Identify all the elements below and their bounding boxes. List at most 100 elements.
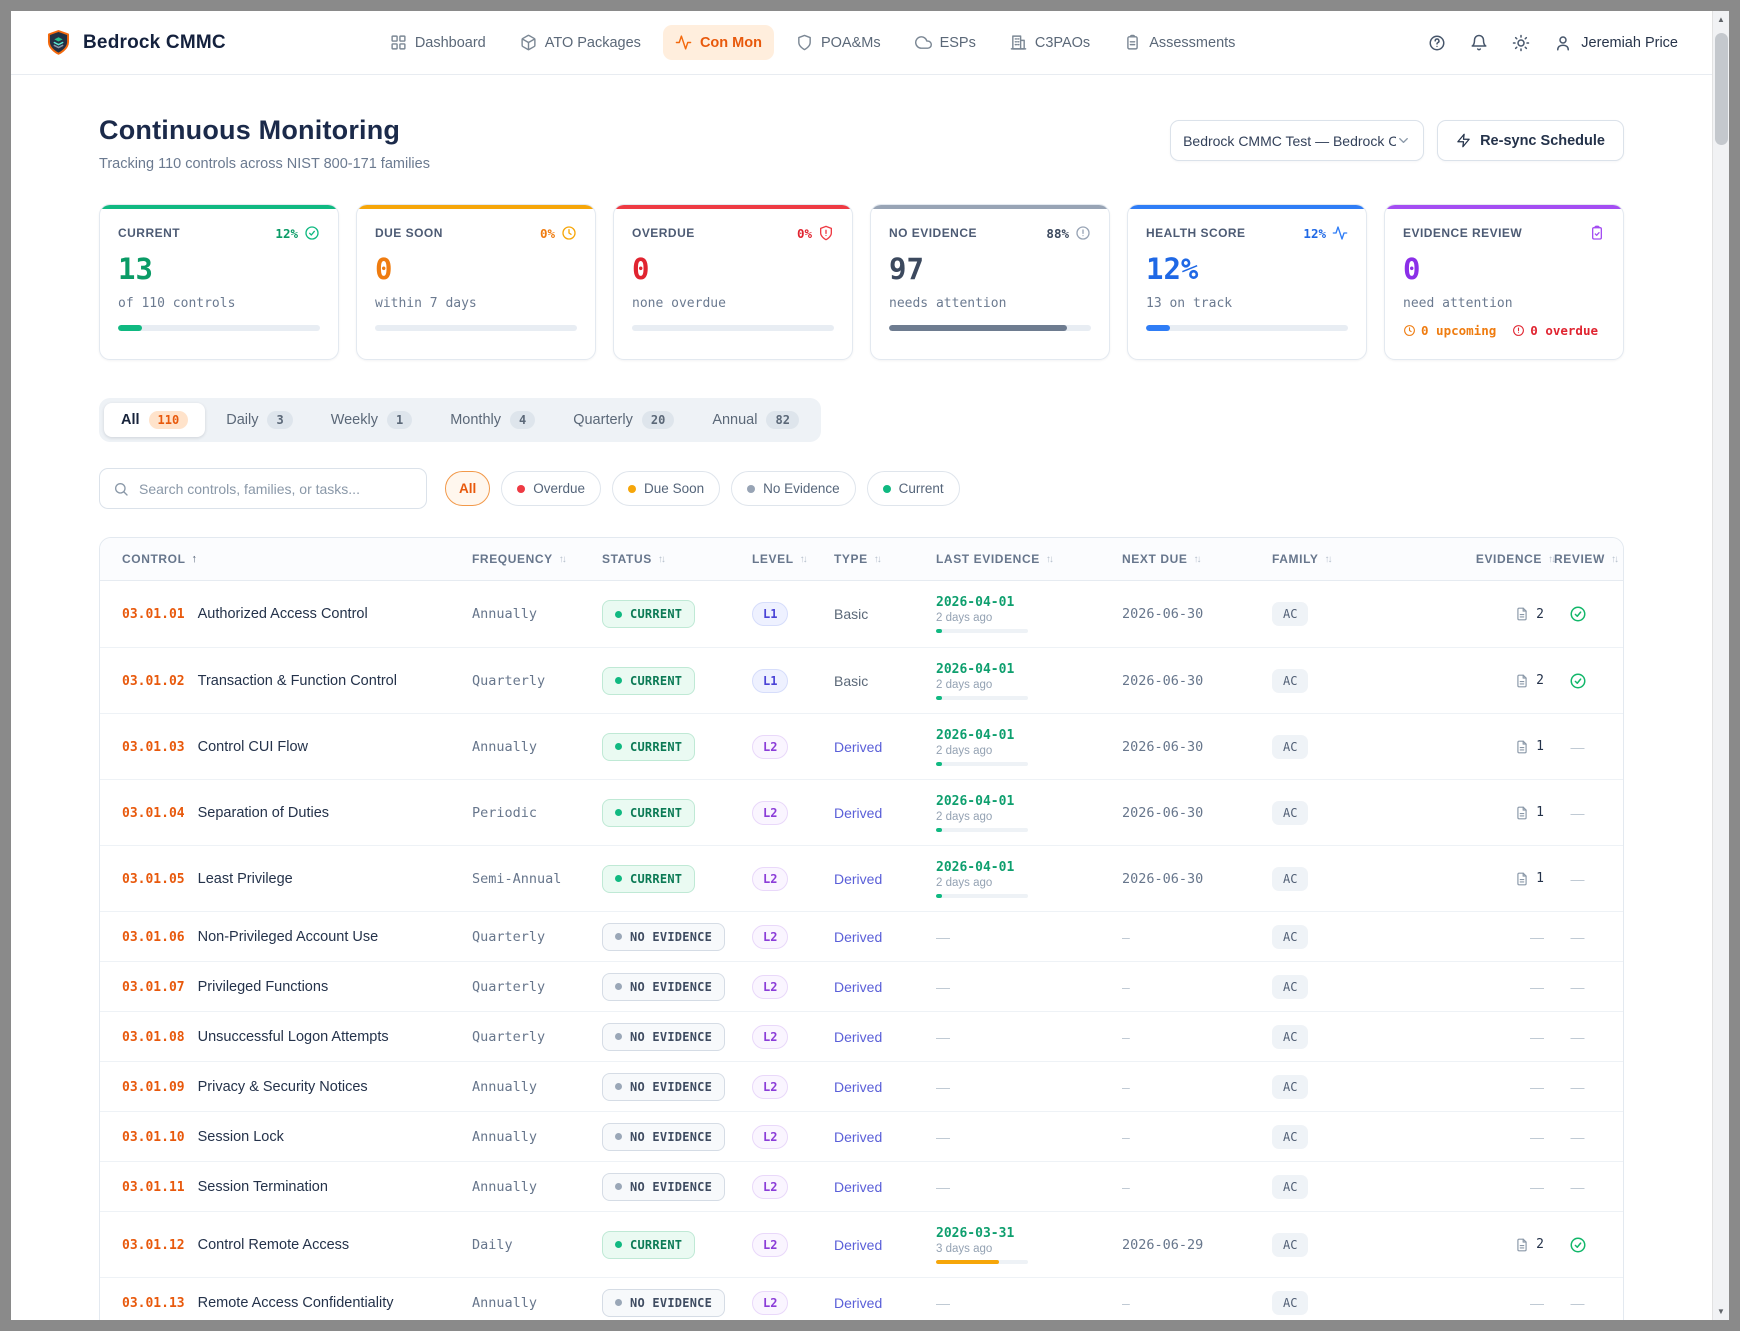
tab-annual[interactable]: Annual 82: [695, 403, 816, 437]
resync-schedule-button[interactable]: Re-sync Schedule: [1437, 120, 1624, 161]
control-cell[interactable]: 03.01.10 Session Lock: [122, 1129, 472, 1145]
table-row[interactable]: 03.01.01 Authorized Access Control Annua…: [100, 581, 1623, 647]
review-cell[interactable]: [1554, 1236, 1601, 1254]
tab-all[interactable]: All 110: [104, 403, 205, 437]
column-header-control[interactable]: CONTROL↑: [122, 552, 472, 566]
type-cell[interactable]: Derived: [834, 1179, 936, 1195]
type-cell[interactable]: Basic: [834, 673, 936, 689]
column-header-next-due[interactable]: NEXT DUE↑↓: [1122, 552, 1272, 566]
evidence-count-cell[interactable]: 2: [1458, 1237, 1554, 1252]
nav-item-poa-ms[interactable]: POA&Ms: [784, 25, 893, 60]
sun-icon[interactable]: [1512, 34, 1530, 52]
control-cell[interactable]: 03.01.08 Unsuccessful Logon Attempts: [122, 1029, 472, 1045]
table-row[interactable]: 03.01.06 Non-Privileged Account Use Quar…: [100, 911, 1623, 961]
search-input[interactable]: [139, 481, 413, 497]
type-cell[interactable]: Derived: [834, 871, 936, 887]
stat-card-due-soon[interactable]: DUE SOON 0% 0 within 7 days: [356, 204, 596, 360]
column-header-review[interactable]: REVIEW↑↓: [1554, 552, 1617, 566]
review-cell[interactable]: [1554, 605, 1601, 623]
table-row[interactable]: 03.01.02 Transaction & Function Control …: [100, 647, 1623, 713]
nav-item-con-mon[interactable]: Con Mon: [663, 25, 774, 60]
table-row[interactable]: 03.01.09 Privacy & Security Notices Annu…: [100, 1061, 1623, 1111]
package-selector[interactable]: Bedrock CMMC Test — Bedrock CN: [1170, 120, 1424, 161]
brand[interactable]: Bedrock CMMC: [45, 29, 226, 56]
filter-pill-due-soon[interactable]: Due Soon: [612, 471, 720, 506]
tab-daily[interactable]: Daily 3: [209, 403, 309, 437]
table-row[interactable]: 03.01.05 Least Privilege Semi-Annual CUR…: [100, 845, 1623, 911]
nav-item-ato-packages[interactable]: ATO Packages: [508, 25, 653, 60]
column-header-level[interactable]: LEVEL↑↓: [752, 552, 834, 566]
evidence-count-cell[interactable]: 2: [1458, 673, 1554, 688]
control-cell[interactable]: 03.01.13 Remote Access Confidentiality: [122, 1295, 472, 1311]
nav-item-dashboard[interactable]: Dashboard: [378, 25, 498, 60]
type-cell[interactable]: Derived: [834, 1237, 936, 1253]
stat-card-health-score[interactable]: HEALTH SCORE 12% 12% 13 on track: [1127, 204, 1367, 360]
type-cell[interactable]: Derived: [834, 739, 936, 755]
control-cell[interactable]: 03.01.01 Authorized Access Control: [122, 606, 472, 622]
bell-icon[interactable]: [1470, 34, 1488, 52]
review-empty: —: [1554, 1029, 1601, 1045]
type-cell[interactable]: Derived: [834, 929, 936, 945]
table-row[interactable]: 03.01.03 Control CUI Flow Annually CURRE…: [100, 713, 1623, 779]
vertical-scrollbar[interactable]: ▲ ▼: [1712, 11, 1729, 1320]
tab-monthly[interactable]: Monthly 4: [433, 403, 552, 437]
filter-pill-current[interactable]: Current: [867, 471, 960, 506]
control-cell[interactable]: 03.01.06 Non-Privileged Account Use: [122, 929, 472, 945]
column-header-frequency[interactable]: FREQUENCY↑↓: [472, 552, 602, 566]
scroll-down-arrow-icon[interactable]: ▼: [1717, 1303, 1725, 1320]
evidence-count-cell[interactable]: 1: [1458, 871, 1554, 886]
user-menu[interactable]: Jeremiah Price: [1554, 34, 1678, 52]
type-cell[interactable]: Derived: [834, 1029, 936, 1045]
nav-item-esps[interactable]: ESPs: [903, 25, 988, 60]
scroll-up-arrow-icon[interactable]: ▲: [1717, 11, 1725, 28]
nav-item-assessments[interactable]: Assessments: [1112, 25, 1247, 60]
stat-card-overdue[interactable]: OVERDUE 0% 0 none overdue: [613, 204, 853, 360]
type-cell[interactable]: Derived: [834, 1079, 936, 1095]
table-row[interactable]: 03.01.08 Unsuccessful Logon Attempts Qua…: [100, 1011, 1623, 1061]
stat-card-evidence-review[interactable]: EVIDENCE REVIEW 0 need attention 0 upcom…: [1384, 204, 1624, 360]
stat-card-current[interactable]: CURRENT 12% 13 of 110 controls: [99, 204, 339, 360]
scrollbar-thumb[interactable]: [1715, 33, 1728, 145]
search-box[interactable]: [99, 468, 427, 509]
evidence-count-cell[interactable]: 1: [1458, 805, 1554, 820]
tab-count-badge: 20: [642, 411, 674, 429]
tab-weekly[interactable]: Weekly 1: [314, 403, 430, 437]
control-cell[interactable]: 03.01.02 Transaction & Function Control: [122, 673, 472, 689]
column-header-type[interactable]: TYPE↑↓: [834, 552, 936, 566]
status-dot: [615, 677, 622, 684]
type-cell[interactable]: Derived: [834, 979, 936, 995]
control-cell[interactable]: 03.01.04 Separation of Duties: [122, 805, 472, 821]
type-cell[interactable]: Derived: [834, 1295, 936, 1311]
column-header-status[interactable]: STATUS↑↓: [602, 552, 752, 566]
filter-pill-all[interactable]: All: [445, 471, 490, 506]
type-cell[interactable]: Basic: [834, 606, 936, 622]
control-cell[interactable]: 03.01.07 Privileged Functions: [122, 979, 472, 995]
table-row[interactable]: 03.01.07 Privileged Functions Quarterly …: [100, 961, 1623, 1011]
control-cell[interactable]: 03.01.05 Least Privilege: [122, 871, 472, 887]
column-header-last-evidence[interactable]: LAST EVIDENCE↑↓: [936, 552, 1122, 566]
evidence-count-cell[interactable]: 1: [1458, 739, 1554, 754]
tab-quarterly[interactable]: Quarterly 20: [556, 403, 691, 437]
table-row[interactable]: 03.01.10 Session Lock Annually NO EVIDEN…: [100, 1111, 1623, 1161]
help-icon[interactable]: [1428, 34, 1446, 52]
table-row[interactable]: 03.01.12 Control Remote Access Daily CUR…: [100, 1211, 1623, 1277]
stat-card-no-evidence[interactable]: NO EVIDENCE 88% 97 needs attention: [870, 204, 1110, 360]
table-row[interactable]: 03.01.04 Separation of Duties Periodic C…: [100, 779, 1623, 845]
control-cell[interactable]: 03.01.03 Control CUI Flow: [122, 739, 472, 755]
table-row[interactable]: 03.01.11 Session Termination Annually NO…: [100, 1161, 1623, 1211]
control-cell[interactable]: 03.01.12 Control Remote Access: [122, 1237, 472, 1253]
control-cell[interactable]: 03.01.11 Session Termination: [122, 1179, 472, 1195]
column-header-family[interactable]: FAMILY↑↓: [1272, 552, 1458, 566]
evidence-count-cell[interactable]: 2: [1458, 607, 1554, 622]
nav-item-c3paos[interactable]: C3PAOs: [998, 25, 1102, 60]
building-icon: [1010, 34, 1027, 51]
filter-pill-no-evidence[interactable]: No Evidence: [731, 471, 856, 506]
review-cell[interactable]: [1554, 672, 1601, 690]
type-cell[interactable]: Derived: [834, 805, 936, 821]
type-cell[interactable]: Derived: [834, 1129, 936, 1145]
control-cell[interactable]: 03.01.09 Privacy & Security Notices: [122, 1079, 472, 1095]
table-row[interactable]: 03.01.13 Remote Access Confidentiality A…: [100, 1277, 1623, 1320]
column-header-evidence[interactable]: EVIDENCE↑↓: [1458, 552, 1554, 566]
control-name: Privileged Functions: [198, 979, 329, 995]
filter-pill-overdue[interactable]: Overdue: [501, 471, 601, 506]
